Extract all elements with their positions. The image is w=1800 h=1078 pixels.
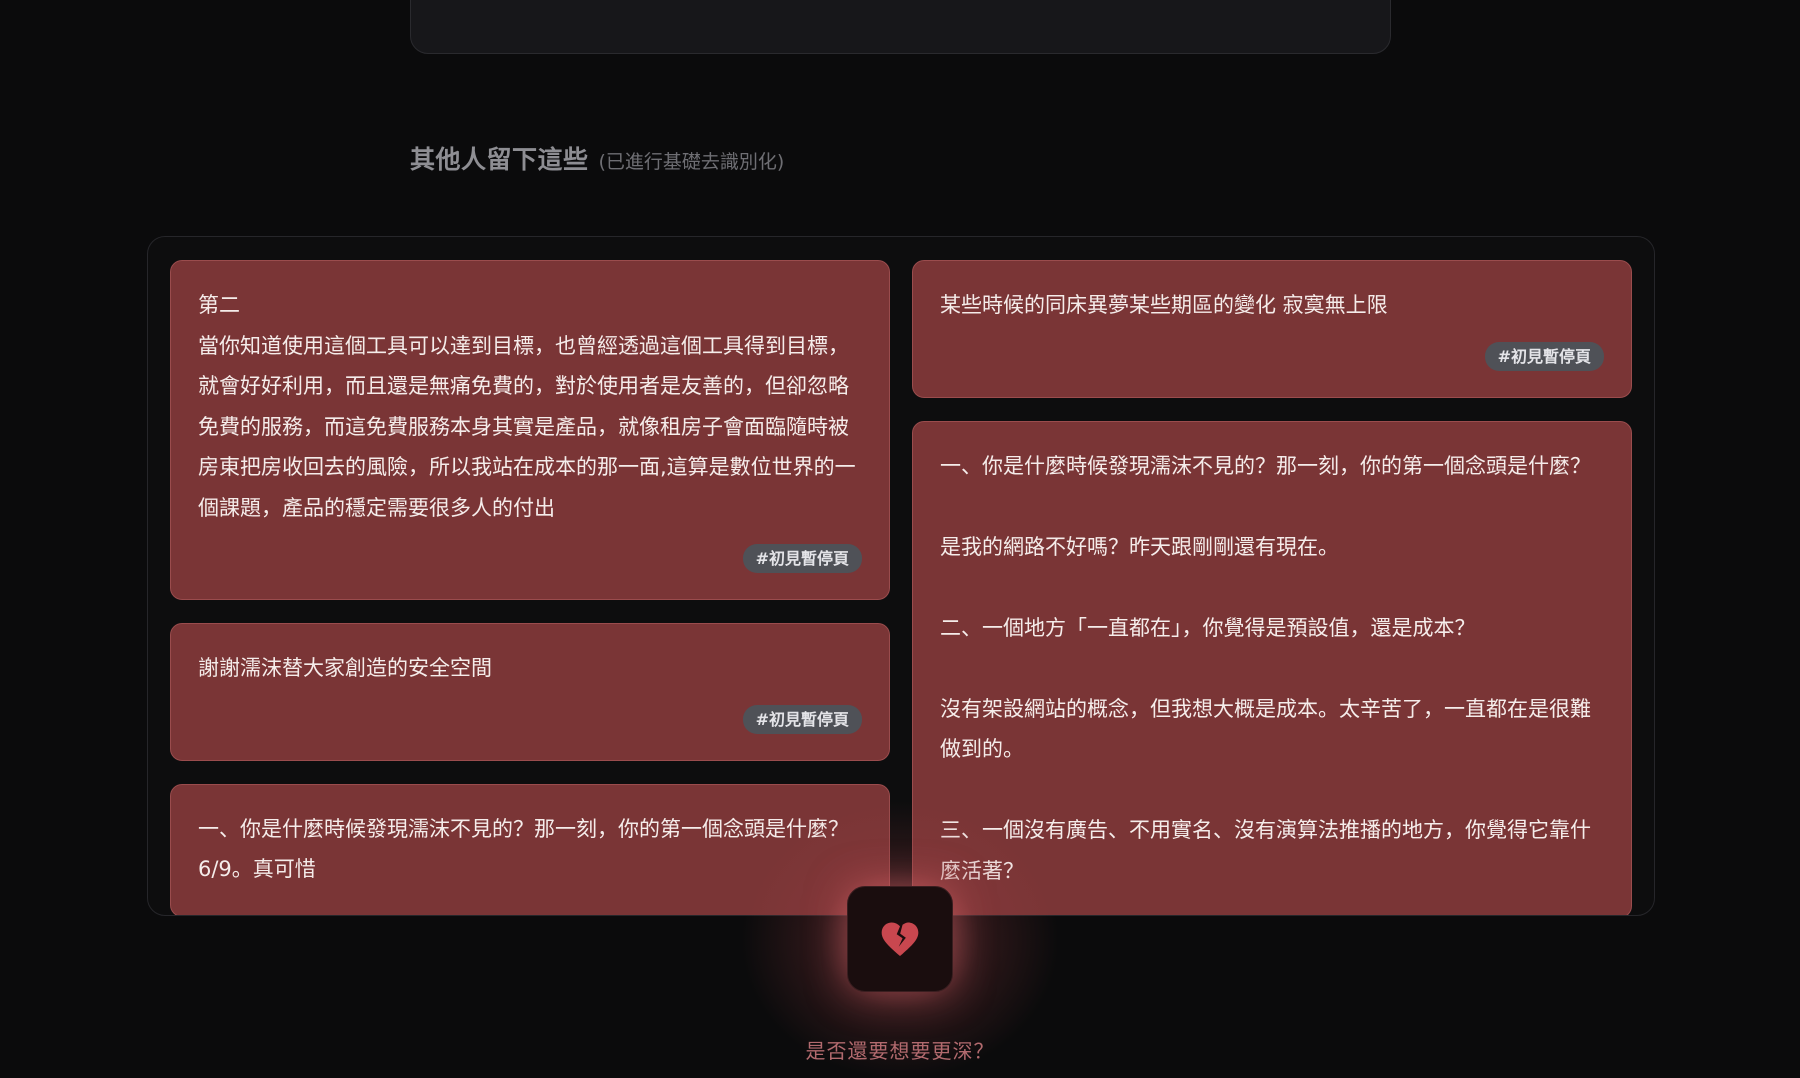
section-header: 其他人留下這些 (已進行基礎去識別化) bbox=[410, 140, 784, 176]
top-panel bbox=[410, 0, 1391, 54]
broken-heart-icon bbox=[881, 922, 919, 957]
left-column: 第二 當你知道使用這個工具可以達到目標，也曾經透過這個工具得到目標，就會好好利用… bbox=[170, 260, 890, 915]
card-footer: #初見暫停頁 bbox=[940, 341, 1604, 371]
message-card: 一、你是什麼時候發現濡沫不見的？那一刻，你的第一個念頭是什麼？ 6/9。真可惜 bbox=[170, 783, 890, 915]
messages-board[interactable]: 第二 當你知道使用這個工具可以達到目標，也曾經透過這個工具得到目標，就會好好利用… bbox=[147, 236, 1655, 916]
message-tag[interactable]: #初見暫停頁 bbox=[1484, 341, 1604, 371]
message-card: 一、你是什麼時候發現濡沫不見的？那一刻，你的第一個念頭是什麼？ 是我的網路不好嗎… bbox=[912, 420, 1632, 915]
go-deeper-prompt[interactable]: 是否還要想要更深？ bbox=[0, 1035, 1800, 1064]
message-text: 某些時候的同床異夢某些期區的變化 寂寞無上限 bbox=[940, 293, 1388, 317]
page: 其他人留下這些 (已進行基礎去識別化) 第二 當你知道使用這個工具可以達到目標，… bbox=[0, 0, 1800, 1078]
message-card: 謝謝濡沫替大家創造的安全空間 #初見暫停頁 bbox=[170, 623, 890, 761]
message-card: 某些時候的同床異夢某些期區的變化 寂寞無上限 #初見暫停頁 bbox=[912, 260, 1632, 398]
message-tag[interactable]: #初見暫停頁 bbox=[742, 544, 862, 573]
message-text: 謝謝濡沫替大家創造的安全空間 bbox=[198, 656, 492, 680]
section-title: 其他人留下這些 bbox=[410, 145, 589, 174]
section-note: (已進行基礎去識別化) bbox=[598, 151, 785, 173]
go-deeper-button[interactable] bbox=[847, 886, 953, 992]
message-card: 第二 當你知道使用這個工具可以達到目標，也曾經透過這個工具得到目標，就會好好利用… bbox=[170, 260, 890, 600]
card-footer: #初見暫停頁 bbox=[198, 544, 862, 573]
card-footer: #初見暫停頁 bbox=[198, 704, 862, 734]
message-text: 第二 當你知道使用這個工具可以達到目標，也曾經透過這個工具得到目標，就會好好利用… bbox=[198, 293, 856, 520]
message-text: 一、你是什麼時候發現濡沫不見的？那一刻，你的第一個念頭是什麼？ 6/9。真可惜 bbox=[198, 816, 849, 882]
message-text: 一、你是什麼時候發現濡沫不見的？那一刻，你的第一個念頭是什麼？ 是我的網路不好嗎… bbox=[940, 453, 1591, 883]
right-column: 某些時候的同床異夢某些期區的變化 寂寞無上限 #初見暫停頁 一、你是什麼時候發現… bbox=[912, 260, 1632, 915]
message-tag[interactable]: #初見暫停頁 bbox=[742, 704, 862, 734]
